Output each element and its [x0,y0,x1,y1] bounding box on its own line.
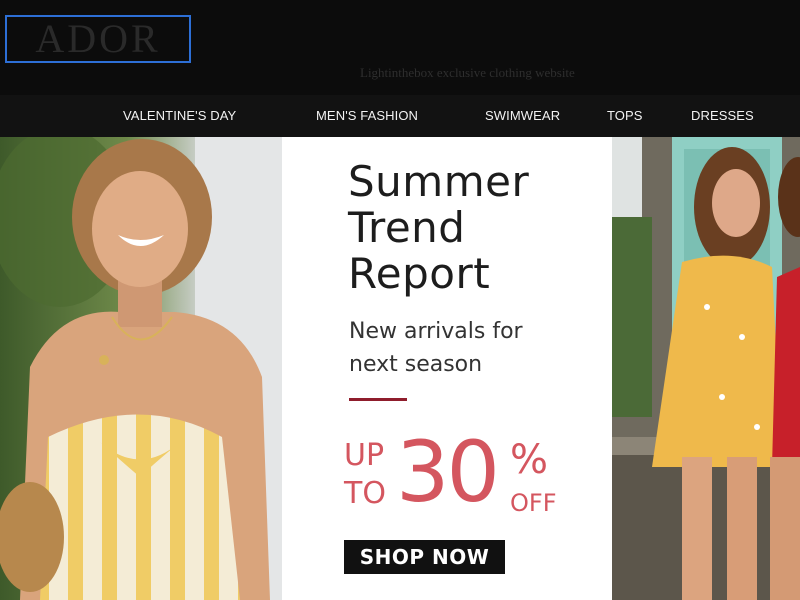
nav-item-valentines-day[interactable]: VALENTINE'S DAY [123,108,236,123]
shop-now-button[interactable]: SHOP NOW [344,540,505,574]
site-tagline: Lightinthebox exclusive clothing website [360,65,575,80]
model-photo-right [612,137,800,600]
promo-title-line: Summer [348,157,530,206]
promo-subtitle-line: next season [349,352,483,377]
logo[interactable]: ADOR [5,15,191,63]
main-nav: VALENTINE'S DAY MEN'S FASHION SWIMWEAR T… [0,95,800,137]
sale-percent-sign: % [510,437,549,483]
sale-percent-value: 30 [396,423,500,521]
promo-banner[interactable]: Summer Trend Report New arrivals for nex… [0,137,800,600]
nav-item-swimwear[interactable]: SWIMWEAR [485,108,560,123]
model-photo-left [0,137,282,600]
site-header: ADOR Lightinthebox exclusive clothing we… [0,0,800,95]
nav-item-tops[interactable]: TOPS [607,108,643,123]
promo-subtitle: New arrivals for next season [349,315,589,381]
nav-item-dresses[interactable]: DRESSES [691,108,754,123]
promo-content: Summer Trend Report New arrivals for nex… [282,137,612,600]
sale-up-text: UP [344,438,385,473]
nav-item-mens-fashion[interactable]: MEN'S FASHION [316,108,418,123]
promo-title: Summer Trend Report [348,159,608,297]
logo-text: ADOR [35,16,161,61]
sale-off-text: OFF [510,489,557,517]
sale-to-text: TO [344,476,386,511]
promo-subtitle-line: New arrivals for [349,319,523,344]
promo-title-line: Report [348,249,491,298]
divider [349,398,407,401]
promo-title-line: Trend [348,203,466,252]
